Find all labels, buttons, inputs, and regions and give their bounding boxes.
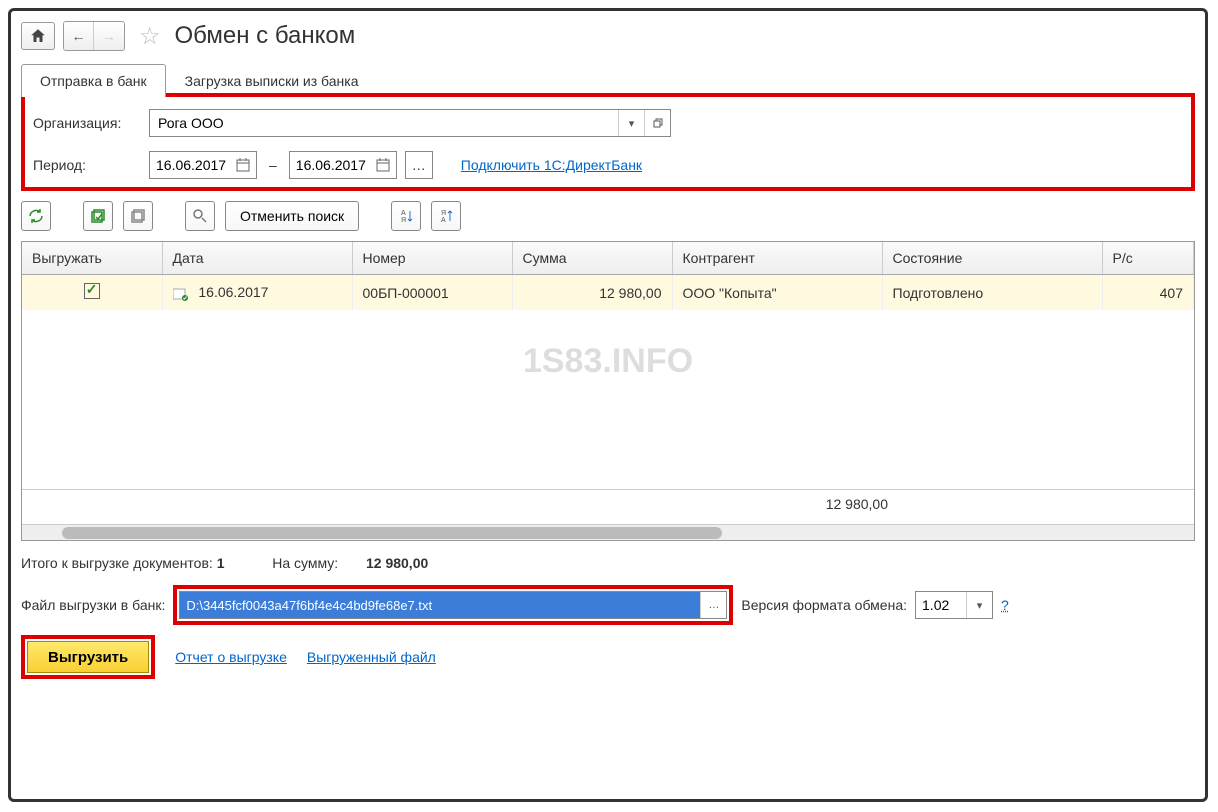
- table-footer: 12 980,00: [22, 489, 1194, 518]
- highlight-filters: Организация: ▾ Период: –: [21, 93, 1195, 191]
- file-label: Файл выгрузки в банк:: [21, 597, 165, 613]
- file-browse-button[interactable]: …: [700, 592, 726, 618]
- export-report-link[interactable]: Отчет о выгрузке: [175, 649, 287, 665]
- exported-file-link[interactable]: Выгруженный файл: [307, 649, 436, 665]
- file-row: Файл выгрузки в банк: … Версия формата о…: [21, 585, 1195, 625]
- cell-sum: 12 980,00: [512, 275, 672, 311]
- th-sum[interactable]: Сумма: [512, 242, 672, 275]
- select-all-button[interactable]: [83, 201, 113, 231]
- svg-text:Я: Я: [441, 210, 446, 217]
- th-number[interactable]: Номер: [352, 242, 512, 275]
- refresh-button[interactable]: [21, 201, 51, 231]
- svg-text:A: A: [441, 217, 446, 224]
- cancel-search-button[interactable]: Отменить поиск: [225, 201, 359, 231]
- version-select: ▾: [915, 591, 993, 619]
- org-input[interactable]: [150, 110, 618, 136]
- th-export[interactable]: Выгружать: [22, 242, 162, 275]
- summary-sum-value: 12 980,00: [366, 555, 428, 571]
- calendar-icon[interactable]: [376, 158, 390, 172]
- date-to-input[interactable]: [296, 157, 374, 173]
- sort-desc-button[interactable]: ЯA: [431, 201, 461, 231]
- deselect-all-button[interactable]: [123, 201, 153, 231]
- svg-text:A: A: [401, 210, 406, 217]
- th-date[interactable]: Дата: [162, 242, 352, 275]
- date-from-input[interactable]: [156, 157, 234, 173]
- summary-docs-label: Итого к выгрузке документов:: [21, 555, 213, 571]
- document-icon: [173, 287, 189, 301]
- favorite-icon[interactable]: ☆: [139, 22, 161, 51]
- cell-account: 407: [1102, 275, 1194, 311]
- page-title: Обмен с банком: [175, 22, 356, 50]
- export-file-input[interactable]: [180, 592, 700, 618]
- org-open-button[interactable]: [644, 110, 670, 136]
- cell-number: 00БП-000001: [352, 275, 512, 311]
- th-account[interactable]: Р/с: [1102, 242, 1194, 275]
- org-label: Организация:: [33, 115, 141, 131]
- cell-counterparty: ООО "Копыта": [672, 275, 882, 311]
- version-dropdown-button[interactable]: ▾: [966, 592, 992, 618]
- connect-directbank-link[interactable]: Подключить 1С:ДиректБанк: [461, 157, 642, 173]
- documents-table: Выгружать Дата Номер Сумма Контрагент Со…: [22, 242, 1194, 310]
- footer-sum: 12 980,00: [278, 496, 938, 512]
- date-to-group: [289, 151, 397, 179]
- date-separator: –: [269, 157, 277, 173]
- table-row[interactable]: 16.06.2017 00БП-000001 12 980,00 ООО "Ко…: [22, 275, 1194, 311]
- version-label: Версия формата обмена:: [741, 597, 907, 613]
- back-button[interactable]: ←: [64, 22, 94, 50]
- export-button[interactable]: Выгрузить: [27, 641, 149, 673]
- table-wrap: Выгружать Дата Номер Сумма Контрагент Со…: [21, 241, 1195, 541]
- tab-send-to-bank[interactable]: Отправка в банк: [21, 64, 166, 97]
- highlight-export: Выгрузить: [21, 635, 155, 679]
- calendar-icon[interactable]: [236, 158, 250, 172]
- help-link[interactable]: ?: [1001, 597, 1009, 613]
- cell-date: 16.06.2017: [198, 284, 268, 300]
- version-input[interactable]: [916, 592, 966, 618]
- search-button[interactable]: [185, 201, 215, 231]
- period-picker-button[interactable]: …: [405, 151, 433, 179]
- svg-text:Я: Я: [401, 217, 406, 224]
- summary-sum-label: На сумму:: [272, 555, 338, 571]
- nav-back-forward: ← →: [63, 21, 125, 51]
- row-checkbox[interactable]: [84, 283, 100, 299]
- cell-state: Подготовлено: [882, 275, 1102, 311]
- action-row: Выгрузить Отчет о выгрузке Выгруженный ф…: [21, 635, 1195, 679]
- tabs: Отправка в банк Загрузка выписки из банк…: [21, 63, 1195, 97]
- home-button[interactable]: [21, 22, 55, 50]
- forward-button: →: [94, 22, 124, 50]
- tab-load-statement[interactable]: Загрузка выписки из банка: [166, 64, 378, 97]
- sort-asc-button[interactable]: AЯ: [391, 201, 421, 231]
- th-counterparty[interactable]: Контрагент: [672, 242, 882, 275]
- org-dropdown-button[interactable]: ▾: [618, 110, 644, 136]
- summary-row: Итого к выгрузке документов: 1 На сумму:…: [21, 555, 1195, 571]
- date-from-group: [149, 151, 257, 179]
- highlight-file: …: [173, 585, 733, 625]
- h-scroll-thumb[interactable]: [62, 527, 722, 539]
- org-input-group: ▾: [149, 109, 671, 137]
- toolbar: Отменить поиск AЯ ЯA: [21, 201, 1195, 231]
- summary-docs-count: 1: [217, 555, 225, 571]
- period-label: Период:: [33, 157, 141, 173]
- th-state[interactable]: Состояние: [882, 242, 1102, 275]
- h-scrollbar[interactable]: [22, 524, 1194, 540]
- watermark: 1S83.INFO: [523, 342, 693, 381]
